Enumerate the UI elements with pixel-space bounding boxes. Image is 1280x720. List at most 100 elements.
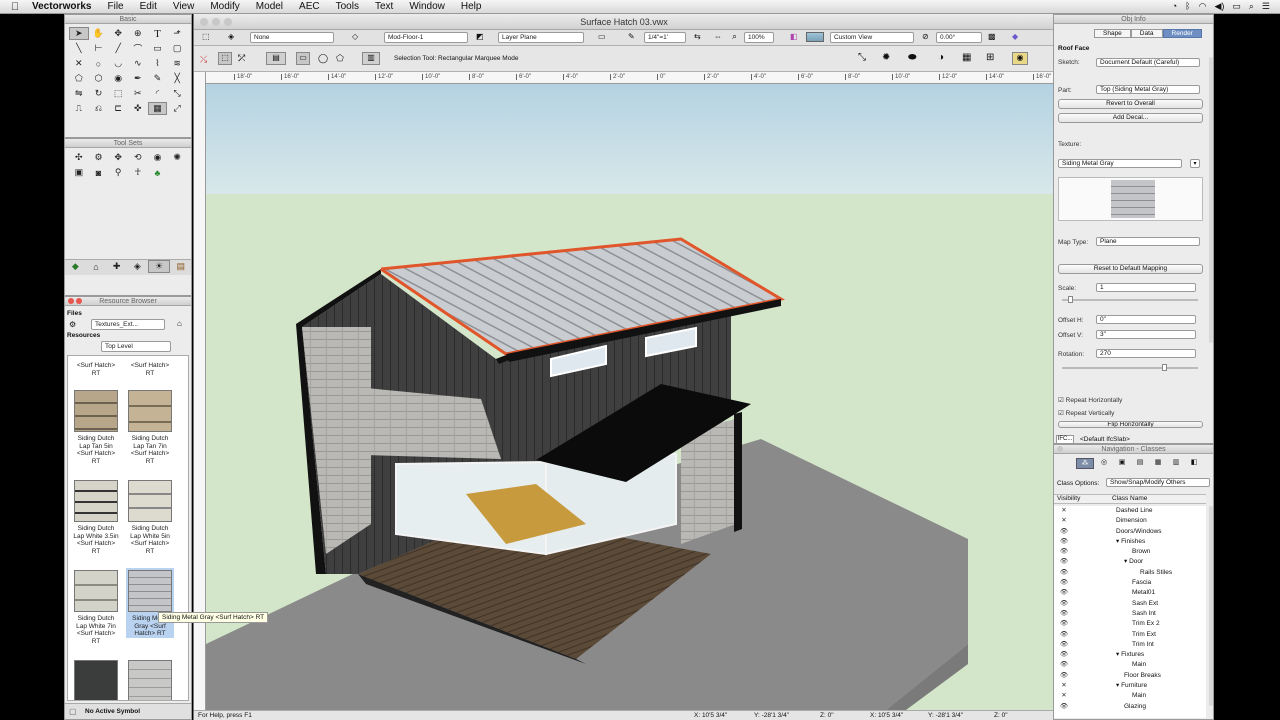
zoom-field[interactable]: 100% bbox=[744, 32, 774, 43]
clip-tool-icon[interactable]: ⎍ bbox=[69, 102, 89, 115]
settings-mode-icon[interactable]: ▥ bbox=[362, 52, 380, 65]
fit-icon[interactable]: ⇔ bbox=[714, 32, 722, 41]
visible-eye-icon[interactable]: 👁 bbox=[1057, 557, 1071, 567]
active-layer-dropdown[interactable]: Mod-Floor-1 bbox=[384, 32, 468, 43]
menu-edit[interactable]: Edit bbox=[132, 1, 165, 12]
resource-item[interactable] bbox=[126, 660, 174, 700]
trim-tool-icon[interactable]: ✂ bbox=[128, 87, 148, 100]
polygon-select-icon[interactable]: ⬠ bbox=[336, 53, 344, 64]
class-row[interactable]: 👁 ▾ Finishes bbox=[1054, 537, 1206, 547]
regular-polygon-icon[interactable]: ⬡ bbox=[89, 72, 109, 85]
visible-eye-icon[interactable]: 👁 bbox=[1057, 630, 1071, 640]
class-row[interactable]: 👁 Trim Ext bbox=[1054, 630, 1206, 640]
fillet-tool-icon[interactable]: ◜ bbox=[148, 87, 168, 100]
heliodon-icon[interactable]: ✺ bbox=[167, 151, 187, 164]
visible-eye-icon[interactable]: 👁 bbox=[1057, 568, 1071, 578]
scale-icon[interactable]: ✎ bbox=[628, 32, 635, 41]
pan-tool-icon[interactable]: ✋ bbox=[89, 27, 109, 40]
class-row[interactable]: 👁 Fascia bbox=[1054, 578, 1206, 588]
walkthrough-icon[interactable]: ⚙ bbox=[89, 151, 109, 164]
split-tool-icon[interactable]: ╳ bbox=[167, 72, 187, 85]
selection-rect-icon[interactable]: ▤ bbox=[266, 52, 286, 65]
offset-tool-icon[interactable]: ⬚ bbox=[108, 87, 128, 100]
resource-item[interactable]: Siding Dutch Lap White 5in <Surf Hatch> … bbox=[126, 480, 174, 555]
sheets-tab-icon[interactable]: ▣ bbox=[1114, 458, 1130, 469]
connect-tool-icon[interactable]: ⎌ bbox=[89, 102, 109, 115]
resource-item[interactable]: Siding Dutch Lap Tan 5in <Surf Hatch> RT bbox=[72, 390, 120, 465]
plane-icon[interactable]: ◩ bbox=[476, 32, 484, 41]
tab-shape[interactable]: Shape bbox=[1094, 29, 1131, 38]
menu-model[interactable]: Model bbox=[248, 1, 291, 12]
rotate-tool-icon[interactable]: ↻ bbox=[89, 87, 109, 100]
oval-tool-icon[interactable]: ○ bbox=[89, 57, 109, 70]
map-type-dropdown[interactable]: Plane bbox=[1096, 237, 1200, 246]
home-icon[interactable]: ⌂ bbox=[177, 319, 182, 328]
toolset-furniture-icon[interactable]: ▤ bbox=[170, 260, 191, 273]
notification-icon[interactable]: ☰ bbox=[1262, 1, 1270, 12]
repeat-v-row[interactable]: ☑ Repeat Vertically bbox=[1058, 409, 1114, 417]
flyover-tool-icon[interactable]: ✥ bbox=[108, 27, 128, 40]
menu-modify[interactable]: Modify bbox=[202, 1, 247, 12]
wall-tool-icon[interactable]: ⊏ bbox=[108, 102, 128, 115]
texture-menu-icon[interactable]: ▾ bbox=[1190, 159, 1200, 168]
obj-info-scrollbar[interactable] bbox=[1209, 57, 1213, 343]
tab-render[interactable]: Render bbox=[1162, 29, 1202, 38]
drawing-canvas[interactable] bbox=[206, 84, 1054, 710]
battery-icon[interactable]: ▭ bbox=[1232, 1, 1241, 12]
class-row[interactable]: 👁 Brown bbox=[1054, 547, 1206, 557]
figure-icon[interactable]: ☥ bbox=[128, 166, 148, 179]
linear-dimension-icon[interactable]: ╱ bbox=[108, 42, 128, 55]
texture-tool-icon[interactable]: ▦ bbox=[147, 102, 168, 115]
layer-icon[interactable]: ◇ bbox=[352, 32, 358, 41]
rotation-field[interactable]: 270 bbox=[1096, 349, 1196, 358]
repeat-h-checkbox[interactable]: ☑ bbox=[1058, 397, 1064, 404]
active-class-dropdown[interactable]: None bbox=[250, 32, 334, 43]
double-line-tool-icon[interactable]: ≋ bbox=[167, 57, 187, 70]
class-row[interactable]: 👁 Trim Ex 2 bbox=[1054, 619, 1206, 629]
files-dropdown[interactable]: Textures_Ext... bbox=[91, 319, 165, 330]
view-dropdown[interactable]: Custom View bbox=[830, 32, 914, 43]
resource-item[interactable]: Siding Dutch Lap White 3.5in <Surf Hatch… bbox=[72, 480, 120, 555]
flyover-icon[interactable]: ✣ bbox=[69, 151, 89, 164]
resource-item[interactable]: Siding Dutch Lap Tan 7in <Surf Hatch> RT bbox=[126, 390, 174, 465]
window-close-icon[interactable] bbox=[200, 18, 208, 26]
reshape-tool-icon[interactable]: ⤡ bbox=[167, 87, 187, 100]
class-row[interactable]: 👁 ▾ Fixtures bbox=[1054, 650, 1206, 660]
toolset-building-icon[interactable]: ⌂ bbox=[86, 260, 107, 273]
attribute-tool-icon[interactable]: ✎ bbox=[148, 72, 168, 85]
class-row[interactable]: 👁 Metal01 bbox=[1054, 588, 1206, 598]
text-tool-icon[interactable]: T bbox=[148, 27, 168, 40]
arc-tool-icon[interactable]: ⌒ bbox=[128, 42, 148, 55]
class-options-dropdown[interactable]: Show/Snap/Modify Others bbox=[1106, 478, 1210, 487]
mirror-tool-icon[interactable]: ⇋ bbox=[69, 87, 89, 100]
part-dropdown[interactable]: Top (Siding Metal Gray) bbox=[1096, 85, 1200, 94]
visible-eye-icon[interactable]: 👁 bbox=[1057, 537, 1071, 547]
rounded-rect-tool-icon[interactable]: ▢ bbox=[167, 42, 187, 55]
selection-tool-icon[interactable]: ➤ bbox=[69, 27, 89, 40]
class-icon[interactable]: ◈ bbox=[228, 32, 234, 41]
marquee-mode-icon[interactable]: ⬚ bbox=[218, 52, 232, 65]
viewports-tab-icon[interactable]: ◧ bbox=[1186, 458, 1202, 469]
toolset-detail-icon[interactable]: ✚ bbox=[106, 260, 127, 273]
menu-view[interactable]: View bbox=[165, 1, 203, 12]
visible-eye-icon[interactable]: 👁 bbox=[1057, 609, 1071, 619]
offset-v-field[interactable]: 3" bbox=[1096, 330, 1196, 339]
locate-icon[interactable]: ⊞ bbox=[986, 52, 994, 63]
window-minimize-icon[interactable] bbox=[212, 18, 220, 26]
toolset-visualization-icon[interactable]: ☀ bbox=[147, 260, 171, 273]
class-row[interactable]: ✕ Dimension bbox=[1054, 516, 1206, 526]
views-tab-icon[interactable]: ▤ bbox=[1132, 458, 1148, 469]
texture-sphere-icon[interactable]: ⬬ bbox=[908, 52, 917, 63]
tree-icon[interactable]: ♣ bbox=[148, 166, 168, 179]
resources-dropdown[interactable]: Top Level bbox=[101, 341, 171, 352]
flip-icon[interactable]: ⇆ bbox=[694, 32, 701, 41]
class-row[interactable]: 👁 Floor Breaks bbox=[1054, 671, 1206, 681]
menu-help[interactable]: Help bbox=[453, 1, 490, 12]
menu-text[interactable]: Text bbox=[367, 1, 401, 12]
polygon-tool-icon[interactable]: ⬠ bbox=[69, 72, 89, 85]
grid-snap-icon[interactable]: ▦ bbox=[962, 52, 971, 63]
camera-icon[interactable]: ◙ bbox=[89, 166, 109, 179]
files-tab-icon[interactable]: ▥ bbox=[1168, 458, 1184, 469]
rotate-view-icon[interactable]: ⟲ bbox=[128, 151, 148, 164]
hidden-visibility-icon[interactable]: ✕ bbox=[1057, 691, 1071, 701]
